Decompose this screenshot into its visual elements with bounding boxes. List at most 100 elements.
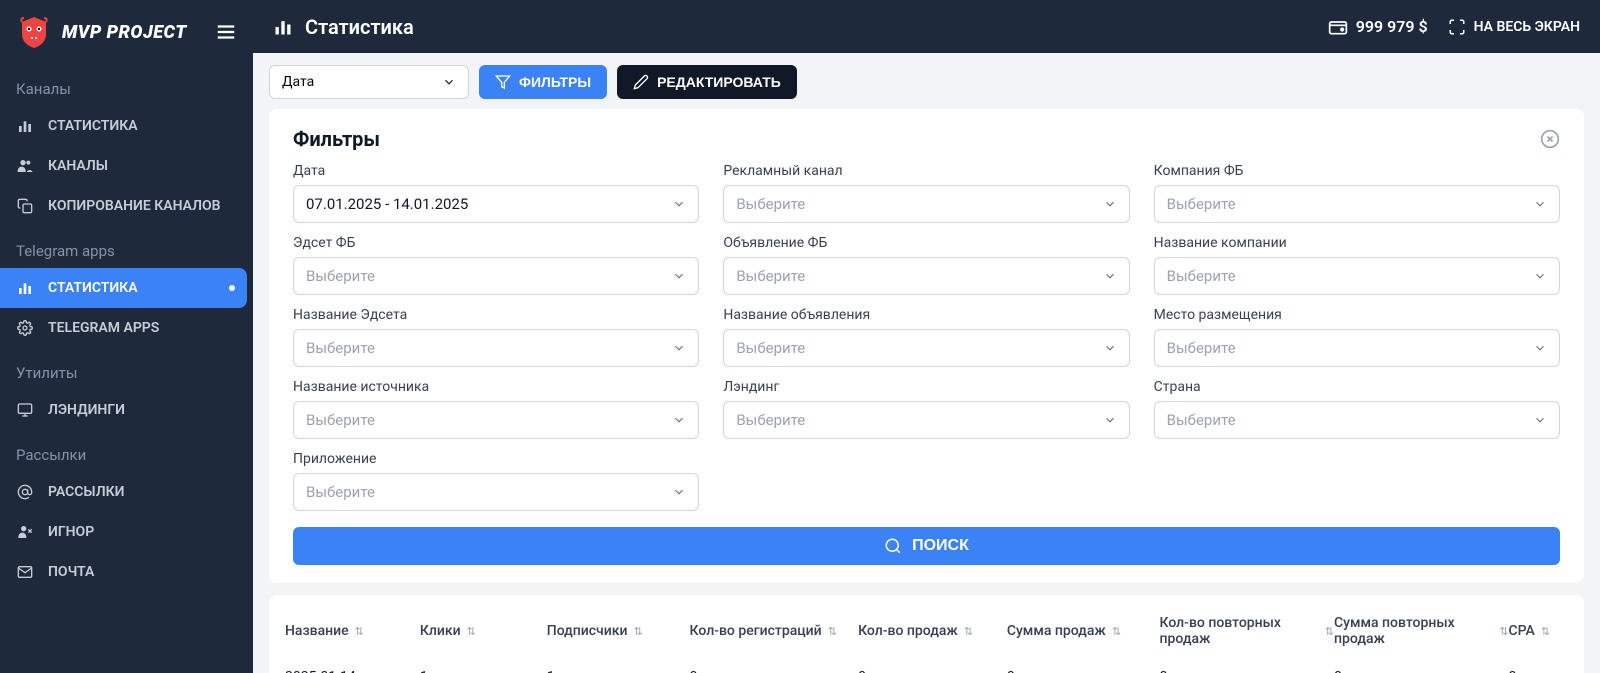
filters-button[interactable]: ФИЛЬТРЫ: [479, 65, 607, 99]
date-grouping-select[interactable]: Дата: [269, 65, 469, 99]
sidebar-item[interactable]: СТАТИСТИКА: [0, 268, 247, 308]
sidebar-item-label: КАНАЛЫ: [48, 158, 108, 174]
column-label: Кол-во продаж: [858, 623, 958, 639]
filter-value: Выберите: [1167, 339, 1236, 357]
sidebar-item[interactable]: КОПИРОВАНИЕ КАНАЛОВ: [0, 186, 253, 226]
sort-icon: ⇅: [1541, 625, 1550, 638]
filter-label: Название компании: [1154, 235, 1560, 251]
filter-select[interactable]: Выберите: [293, 473, 699, 511]
page-title-text: Статистика: [305, 15, 414, 39]
filter-select[interactable]: Выберите: [1154, 185, 1560, 223]
column-label: Сумма продаж: [1007, 623, 1106, 639]
filter-field: Дата 07.01.2025 - 14.01.2025: [293, 163, 699, 223]
monitor-icon: [16, 402, 34, 418]
filter-label: Дата: [293, 163, 699, 179]
filter-field: Лэндинг Выберите: [723, 379, 1129, 439]
filter-select[interactable]: Выберите: [723, 257, 1129, 295]
filter-value: Выберите: [306, 411, 375, 429]
content-area: Дата ФИЛЬТРЫ РЕДАКТИРОВАТЬ Фильтры: [253, 53, 1600, 673]
filter-value: Выберите: [306, 339, 375, 357]
sidebar-item-label: СТАТИСТИКА: [48, 280, 138, 296]
edit-button-label: РЕДАКТИРОВАТЬ: [657, 74, 781, 90]
filter-select[interactable]: 07.01.2025 - 14.01.2025: [293, 185, 699, 223]
bar-chart-icon: [16, 280, 34, 296]
filter-select[interactable]: Выберите: [723, 401, 1129, 439]
table-column-header[interactable]: Кол-во регистраций⇅: [690, 615, 859, 647]
sort-icon: ⇅: [828, 625, 837, 638]
filter-label: Название объявления: [723, 307, 1129, 323]
table-column-header[interactable]: Сумма повторных продаж⇅: [1334, 615, 1509, 647]
sidebar-header: MVP PROJECT: [0, 0, 253, 64]
sidebar-item[interactable]: TELEGRAM APPS: [0, 308, 253, 348]
filter-select[interactable]: Выберите: [1154, 257, 1560, 295]
table-column-header[interactable]: Сумма продаж ⇅: [1007, 615, 1160, 647]
column-label: Название: [285, 623, 349, 639]
sort-icon: ⇅: [467, 625, 476, 638]
filter-label: Лэндинг: [723, 379, 1129, 395]
sidebar-item[interactable]: КАНАЛЫ: [0, 146, 253, 186]
filter-label: Эдсет ФБ: [293, 235, 699, 251]
table-cell: 2025-01-14: [285, 669, 420, 673]
sidebar-item-label: ИГНОР: [48, 524, 94, 540]
search-button[interactable]: ПОИСК: [293, 527, 1560, 565]
pencil-icon: [633, 74, 649, 90]
sidebar-item[interactable]: ЛЭНДИНГИ: [0, 390, 253, 430]
search-button-label: ПОИСК: [912, 537, 969, 555]
table-column-header[interactable]: CPA⇅: [1509, 615, 1568, 647]
topbar: Статистика 999 979 $ НА ВЕСЬ ЭКРАН: [253, 0, 1600, 53]
chevron-down-icon: [1533, 413, 1547, 427]
filter-label: Страна: [1154, 379, 1560, 395]
filter-select[interactable]: Выберите: [723, 185, 1129, 223]
main: Статистика 999 979 $ НА ВЕСЬ ЭКРАН: [253, 0, 1600, 673]
sidebar-section-title: Telegram apps: [0, 226, 253, 268]
search-icon: [884, 537, 902, 555]
table-cell: 0: [858, 669, 1007, 673]
chevron-down-icon: [1103, 197, 1117, 211]
menu-toggle-icon[interactable]: [215, 21, 237, 43]
fullscreen-label: НА ВЕСЬ ЭКРАН: [1474, 19, 1580, 35]
sort-icon: ⇅: [964, 625, 973, 638]
edit-button[interactable]: РЕДАКТИРОВАТЬ: [617, 65, 797, 99]
settings-icon: [16, 320, 34, 336]
sidebar-item[interactable]: ИГНОР: [0, 512, 253, 552]
table-cell: 0: [1509, 669, 1568, 673]
wallet-icon: [1328, 17, 1348, 37]
table-column-header[interactable]: Название⇅: [285, 615, 420, 647]
table-column-header[interactable]: Клики ⇅: [420, 615, 547, 647]
filter-select[interactable]: Выберите: [723, 329, 1129, 367]
table-column-header[interactable]: Кол-во повторных продаж⇅: [1160, 615, 1335, 647]
column-label: Подписчики: [547, 623, 628, 639]
mail-icon: [16, 564, 34, 580]
sidebar-item-label: КОПИРОВАНИЕ КАНАЛОВ: [48, 198, 221, 214]
sidebar-item-label: РАССЫЛКИ: [48, 484, 124, 500]
filter-field: Название ЭдсетаВыберите: [293, 307, 699, 367]
fullscreen-button[interactable]: НА ВЕСЬ ЭКРАН: [1448, 18, 1580, 36]
table-cell: 0: [690, 669, 859, 673]
filter-value: Выберите: [1167, 267, 1236, 285]
filter-select[interactable]: Выберите: [1154, 401, 1560, 439]
results-table: Название⇅Клики⇅Подписчики⇅Кол-во регистр…: [269, 595, 1584, 673]
table-column-header[interactable]: Кол-во продаж ⇅: [858, 615, 1007, 647]
sidebar-item[interactable]: СТАТИСТИКА: [0, 106, 253, 146]
sidebar-item[interactable]: РАССЫЛКИ: [0, 472, 253, 512]
close-icon[interactable]: [1540, 129, 1560, 149]
filter-label: Приложение: [293, 451, 699, 467]
chevron-down-icon: [672, 413, 686, 427]
table-column-header[interactable]: Подписчики⇅: [547, 615, 690, 647]
table-row: 2025-01-1411000000: [285, 659, 1568, 673]
chevron-down-icon: [1103, 413, 1117, 427]
filter-select[interactable]: Выберите: [293, 401, 699, 439]
sort-icon: ⇅: [1112, 625, 1121, 638]
filter-select[interactable]: Выберите: [293, 257, 699, 295]
filter-value: Выберите: [736, 411, 805, 429]
filter-select[interactable]: Выберите: [293, 329, 699, 367]
balance[interactable]: 999 979 $: [1328, 17, 1428, 37]
sort-icon: ⇅: [1325, 625, 1334, 638]
chevron-down-icon: [672, 341, 686, 355]
sidebar: MVP PROJECT КаналыСТАТИСТИКАКАНАЛЫКОПИРО…: [0, 0, 253, 673]
page-title: Статистика: [273, 15, 414, 39]
sidebar-item[interactable]: ПОЧТА: [0, 552, 253, 592]
filter-select[interactable]: Выберите: [1154, 329, 1560, 367]
column-label: Клики: [420, 623, 461, 639]
chevron-down-icon: [442, 75, 456, 89]
